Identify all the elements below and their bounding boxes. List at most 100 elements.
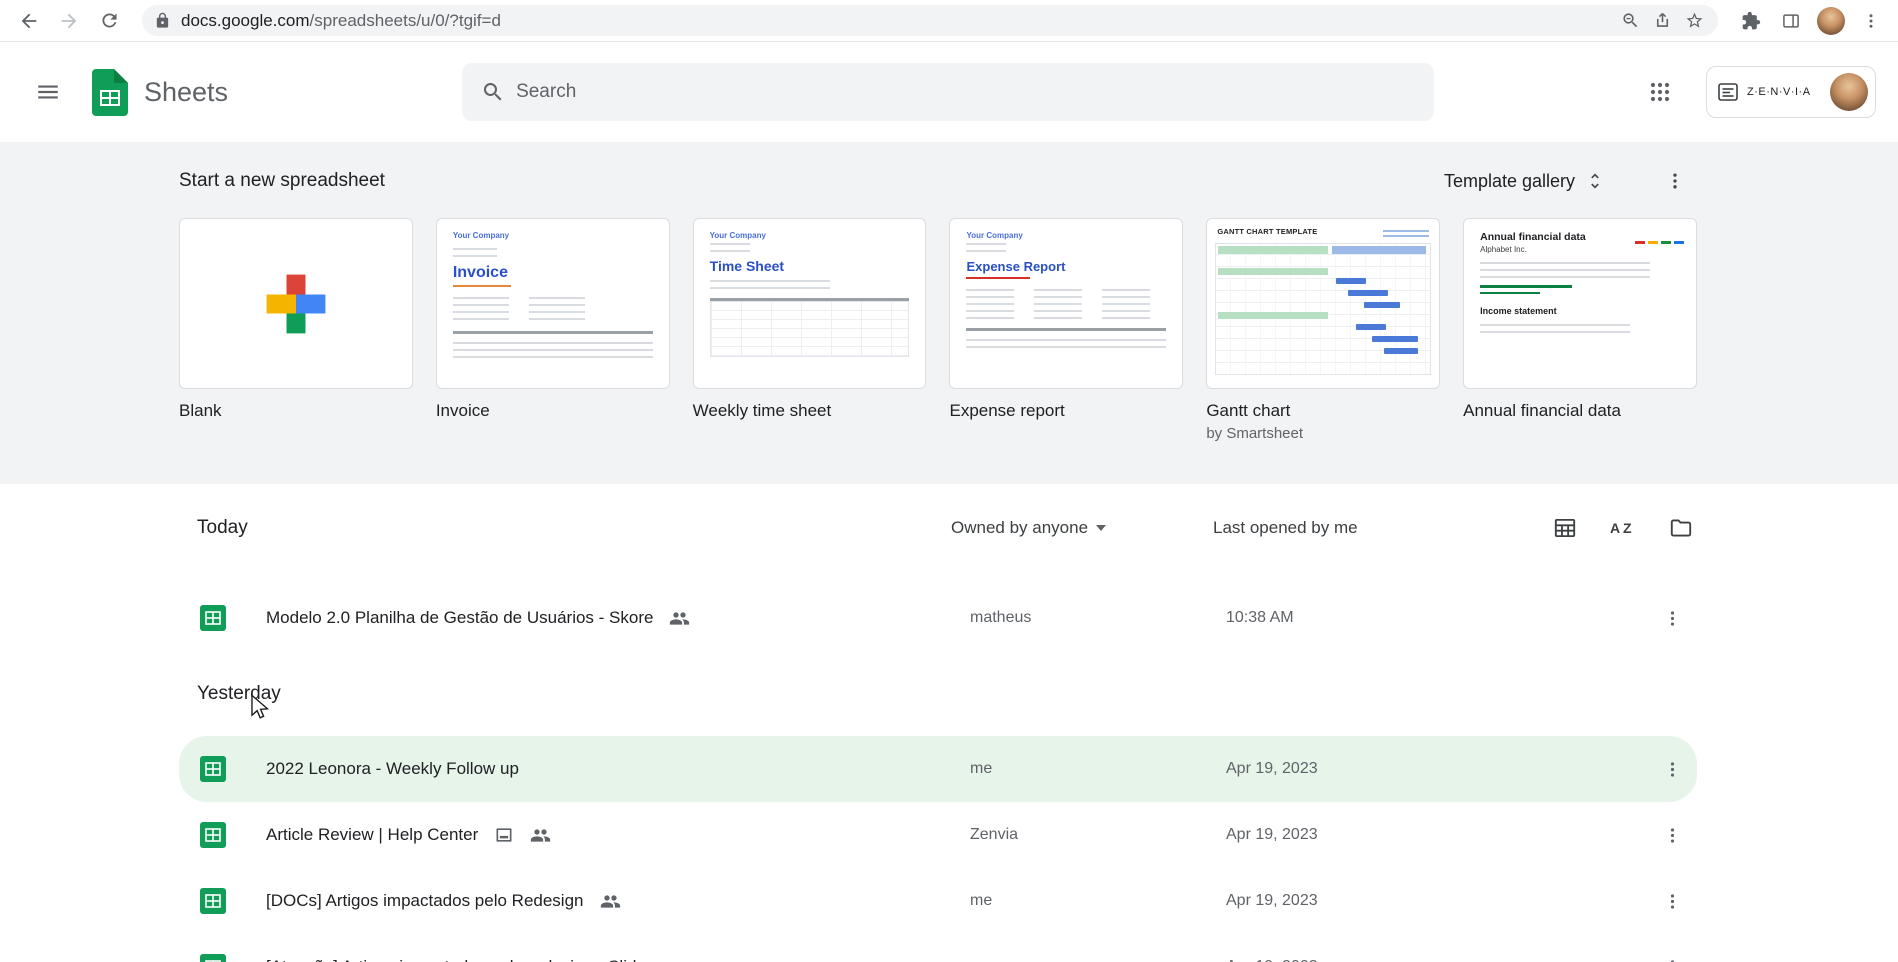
decor-lines bbox=[452, 243, 497, 257]
decor-color-dashes bbox=[1632, 231, 1684, 249]
file-title: [DOCs] Artigos impactados pelo Redesign bbox=[266, 891, 584, 910]
decor-table-rows bbox=[452, 338, 653, 358]
file-row[interactable]: Article Review | Help Center Zenvia Apr … bbox=[179, 802, 1697, 868]
template-label: Expense report bbox=[949, 401, 1065, 420]
decor-lines bbox=[1383, 227, 1430, 237]
file-row-partial[interactable]: [Atenção] Artigos impactados pelo redesi… bbox=[179, 934, 1697, 962]
decor-lines bbox=[1480, 262, 1651, 278]
main-menu-icon[interactable] bbox=[22, 66, 74, 118]
share-icon[interactable] bbox=[1648, 7, 1676, 35]
grid-view-icon[interactable] bbox=[1551, 514, 1579, 542]
thumb-company: Your Company bbox=[452, 231, 510, 240]
file-row[interactable]: [DOCs] Artigos impactados pelo Redesign … bbox=[179, 868, 1697, 934]
search-bar[interactable] bbox=[462, 63, 1435, 121]
expense-report-thumbnail[interactable]: Your Company Expense Report bbox=[949, 218, 1184, 389]
templates-menu-icon[interactable] bbox=[1657, 163, 1693, 199]
template-label: Gantt chart bbox=[1206, 401, 1291, 420]
template-gallery-label: Template gallery bbox=[1443, 170, 1575, 191]
template-sublabel: by Smartsheet bbox=[1206, 425, 1304, 442]
template-card-expense-report[interactable]: Your Company Expense Report Expense repo… bbox=[949, 218, 1184, 442]
template-card-gantt-chart[interactable]: GANTT CHART TEMPLATE Gantt chart by Smar… bbox=[1206, 218, 1441, 442]
row-more-actions-icon[interactable] bbox=[1652, 749, 1692, 789]
thumb-title: Time Sheet bbox=[709, 258, 785, 274]
sheets-file-icon bbox=[200, 888, 226, 914]
sheets-file-icon bbox=[200, 756, 226, 782]
decor-lines bbox=[1480, 321, 1631, 333]
user-avatar[interactable] bbox=[1830, 73, 1868, 111]
time-sheet-thumbnail[interactable]: Your Company Time Sheet bbox=[692, 218, 927, 389]
template-label: Blank bbox=[179, 401, 222, 420]
gantt-chart-thumbnail[interactable]: GANTT CHART TEMPLATE bbox=[1206, 218, 1441, 389]
file-last-opened: Apr 19, 2023 bbox=[1226, 760, 1318, 777]
decor-line bbox=[966, 277, 1031, 279]
blank-thumbnail[interactable] bbox=[179, 218, 413, 389]
templates-section-title: Start a new spreadsheet bbox=[179, 170, 385, 191]
browser-back-icon[interactable] bbox=[12, 4, 46, 38]
template-label: Invoice bbox=[435, 401, 490, 420]
file-last-opened: Apr 19, 2023 bbox=[1226, 892, 1318, 909]
row-more-actions-icon[interactable] bbox=[1652, 881, 1692, 921]
group-label-yesterday: Yesterday bbox=[197, 682, 281, 704]
app-title: Sheets bbox=[144, 76, 229, 107]
account-chip[interactable]: Z·E·N·V·I·A bbox=[1706, 66, 1876, 118]
multicolor-plus-icon bbox=[266, 274, 326, 333]
unfold-more-icon bbox=[1591, 173, 1599, 189]
template-label: Weekly time sheet bbox=[692, 401, 832, 420]
templates-section: Start a new spreadsheet Template gallery bbox=[0, 142, 1898, 484]
url-domain: docs.google.com bbox=[181, 10, 310, 30]
row-more-actions-icon[interactable] bbox=[1652, 598, 1692, 638]
browser-reload-icon[interactable] bbox=[92, 4, 126, 38]
decor-table-header bbox=[452, 331, 653, 334]
extensions-puzzle-icon[interactable] bbox=[1734, 4, 1768, 38]
browser-profile-avatar[interactable] bbox=[1814, 4, 1848, 38]
row-more-actions-icon[interactable] bbox=[1652, 815, 1692, 855]
shared-people-icon bbox=[600, 891, 621, 912]
url-path: /spreadsheets/u/0/?tgif=d bbox=[309, 10, 501, 30]
template-card-annual-financial-data[interactable]: Annual financial data Alphabet Inc. Inco… bbox=[1463, 218, 1697, 442]
open-file-picker-folder-icon[interactable] bbox=[1667, 514, 1695, 542]
browser-menu-icon[interactable] bbox=[1854, 4, 1888, 38]
file-row[interactable]: Modelo 2.0 Planilha de Gestão de Usuário… bbox=[179, 585, 1697, 651]
template-card-invoice[interactable]: Your Company Invoice Invoice bbox=[435, 218, 670, 442]
bookmark-star-icon[interactable] bbox=[1680, 7, 1708, 35]
file-owner: me bbox=[970, 760, 993, 777]
decor-table-rows bbox=[966, 335, 1167, 348]
browser-forward-icon[interactable] bbox=[52, 4, 86, 38]
app-header: Sheets Z·E·N·V·I·A bbox=[0, 42, 1898, 142]
last-opened-label: Last opened by me bbox=[1213, 518, 1358, 537]
owned-by-filter[interactable]: Owned by anyone bbox=[951, 518, 1107, 538]
file-last-opened: Apr 19, 2023 bbox=[1226, 826, 1318, 843]
decor-link-line bbox=[1480, 285, 1573, 288]
decor-link-line bbox=[1480, 291, 1541, 294]
row-more-actions-icon[interactable] bbox=[1652, 947, 1692, 962]
presentation-icon bbox=[494, 825, 514, 845]
sort-az-icon[interactable]: AZ bbox=[1609, 514, 1637, 542]
annual-financial-thumbnail[interactable]: Annual financial data Alphabet Inc. Inco… bbox=[1463, 218, 1697, 389]
file-row-selected[interactable]: 2022 Leonora - Weekly Follow up me Apr 1… bbox=[179, 736, 1697, 802]
search-icon[interactable] bbox=[470, 69, 516, 115]
search-input[interactable] bbox=[516, 81, 1427, 103]
google-apps-icon[interactable] bbox=[1634, 66, 1686, 118]
account-name: Z·E·N·V·I·A bbox=[1747, 86, 1811, 98]
decor-line bbox=[452, 285, 511, 287]
invoice-thumbnail[interactable]: Your Company Invoice bbox=[435, 218, 670, 389]
owned-by-filter-label: Owned by anyone bbox=[951, 518, 1089, 537]
template-label: Annual financial data bbox=[1463, 401, 1621, 420]
dropdown-caret-icon bbox=[1096, 525, 1107, 531]
template-card-blank[interactable]: Blank bbox=[179, 218, 413, 442]
thumb-title: Invoice bbox=[452, 264, 508, 281]
template-card-weekly-time-sheet[interactable]: Your Company Time Sheet Weekly time shee… bbox=[692, 218, 927, 442]
decor-lines bbox=[709, 243, 750, 252]
zoom-icon[interactable] bbox=[1616, 7, 1644, 35]
template-gallery-button[interactable]: Template gallery bbox=[1444, 171, 1605, 192]
thumb-section: Income statement bbox=[1480, 306, 1557, 316]
file-owner: Zenvia bbox=[970, 826, 1019, 843]
address-bar[interactable]: docs.google.com/spreadsheets/u/0/?tgif=d bbox=[142, 5, 1718, 36]
file-title: 2022 Leonora - Weekly Follow up bbox=[266, 759, 519, 778]
decor-columns bbox=[966, 289, 1166, 319]
file-title: Article Review | Help Center bbox=[266, 825, 479, 844]
side-panel-icon[interactable] bbox=[1774, 4, 1808, 38]
decor-columns bbox=[452, 296, 653, 320]
sheets-logo[interactable] bbox=[92, 68, 128, 116]
sheets-file-icon bbox=[200, 822, 226, 848]
